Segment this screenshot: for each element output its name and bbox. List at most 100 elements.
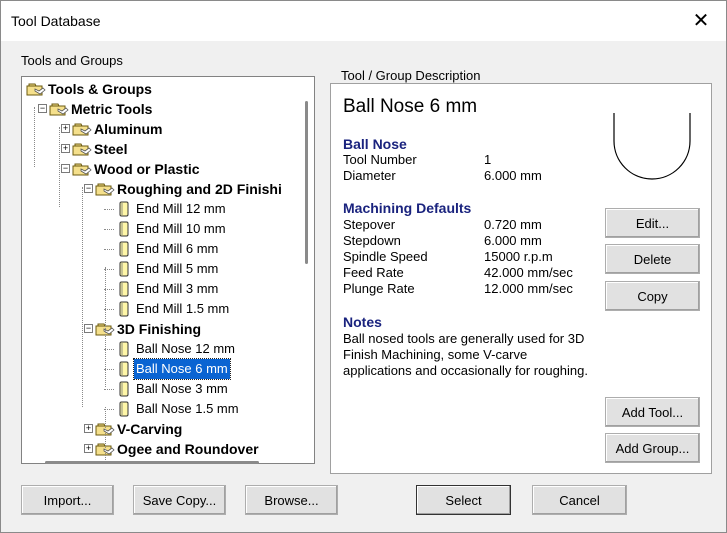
tree-item-label: End Mill 5 mm (136, 261, 219, 276)
tree-group-item[interactable]: + Ogee and Roundover (22, 439, 312, 459)
tree-item-label: V-Carving (117, 421, 183, 437)
collapse-icon[interactable]: − (84, 184, 93, 193)
folder-group-icon (95, 181, 115, 197)
tree-connector (104, 389, 114, 390)
tool-bit-icon (118, 201, 130, 217)
tree-item-label: Ball Nose 3 mm (136, 381, 228, 396)
tree-tool-item[interactable]: End Mill 1.5 mm (22, 299, 312, 319)
tree-item-label: Aluminum (94, 121, 163, 137)
tree-item-label: Ball Nose 12 mm (136, 341, 235, 356)
tree-group-item[interactable]: − Roughing and 2D Finishi (22, 179, 312, 199)
tree-tool-item[interactable]: End Mill 6 mm (22, 239, 312, 259)
stepover-label: Stepover (343, 217, 396, 232)
add-group-button[interactable]: Add Group... (605, 433, 700, 463)
tree-item-label: Ball Nose 1.5 mm (136, 401, 239, 416)
ball-nose-profile-icon (613, 113, 691, 180)
collapse-icon[interactable]: − (38, 104, 47, 113)
diameter-value: 6.000 mm (484, 168, 542, 183)
tool-bit-icon (118, 261, 130, 277)
tree-tool-item[interactable]: Ball Nose 3 mm (22, 379, 312, 399)
expand-icon[interactable]: + (84, 444, 93, 453)
stepdown-label: Stepdown (343, 233, 401, 248)
tree-item-label: 3D Finishing (117, 321, 201, 337)
tree-group-item[interactable]: Tools & Groups (22, 79, 312, 99)
spindle-speed-value: 15000 r.p.m (484, 249, 553, 264)
notes-text: Ball nosed tools are generally used for … (343, 331, 588, 378)
tool-bit-icon (118, 221, 130, 237)
tree-connector (82, 187, 83, 407)
tree-connector (104, 209, 114, 210)
tool-number-value: 1 (484, 152, 492, 167)
tree-horizontal-scrollbar[interactable] (45, 461, 259, 464)
tool-bit-icon (118, 241, 130, 257)
diameter-label: Diameter (343, 168, 396, 183)
delete-button[interactable]: Delete (605, 244, 700, 274)
stepover-value: 0.720 mm (484, 217, 542, 232)
tree-group-item[interactable]: − Wood or Plastic (22, 159, 312, 179)
feed-rate-value: 42.000 mm/sec (484, 265, 573, 280)
tool-type-header: Ball Nose (343, 136, 407, 152)
tree-item-label-selected: Ball Nose 6 mm (133, 358, 231, 380)
tree-item-label: End Mill 6 mm (136, 241, 219, 256)
tool-tree[interactable]: Tools & Groups − Metric Tools + Aluminum + Ste… (21, 76, 315, 464)
tree-tool-item[interactable]: End Mill 10 mm (22, 219, 312, 239)
tree-vertical-scrollbar[interactable] (305, 101, 308, 264)
folder-group-icon (49, 101, 69, 117)
add-tool-button[interactable]: Add Tool... (605, 397, 700, 427)
tree-tool-item[interactable]: End Mill 3 mm (22, 279, 312, 299)
collapse-icon[interactable]: − (84, 324, 93, 333)
tool-bit-icon (118, 381, 130, 397)
expand-icon[interactable]: + (61, 124, 70, 133)
tree-tool-item[interactable]: End Mill 5 mm (22, 259, 312, 279)
close-icon[interactable]: ✕ (690, 10, 712, 32)
tree-tool-item[interactable]: Ball Nose 6 mm (22, 358, 312, 380)
tree-group-item[interactable]: + Steel (22, 139, 312, 159)
folder-group-icon (72, 121, 92, 137)
save-copy-button[interactable]: Save Copy... (133, 485, 226, 515)
cancel-button[interactable]: Cancel (532, 485, 627, 515)
description-group-label: Tool / Group Description (339, 68, 483, 83)
tree-group-item[interactable]: − Metric Tools (22, 99, 312, 119)
stepdown-value: 6.000 mm (484, 233, 542, 248)
tree-item-label: Tools & Groups (48, 81, 152, 97)
tree-group-item[interactable]: + Aluminum (22, 119, 312, 139)
title-bar: Tool Database ✕ (1, 1, 726, 41)
browse-button[interactable]: Browse... (245, 485, 338, 515)
tree-item-label: End Mill 1.5 mm (136, 301, 230, 316)
expand-icon[interactable]: + (61, 144, 70, 153)
plunge-rate-label: Plunge Rate (343, 281, 415, 296)
tree-connector (105, 267, 106, 387)
tool-bit-icon (118, 401, 130, 417)
tool-number-label: Tool Number (343, 152, 417, 167)
spindle-speed-label: Spindle Speed (343, 249, 428, 264)
tree-connector (59, 127, 60, 207)
select-button[interactable]: Select (416, 485, 511, 515)
tree-tool-item[interactable]: Ball Nose 12 mm (22, 339, 312, 359)
collapse-icon[interactable]: − (61, 164, 70, 173)
tree-item-label: End Mill 3 mm (136, 281, 219, 296)
feed-rate-label: Feed Rate (343, 265, 404, 280)
notes-header: Notes (343, 314, 382, 330)
copy-button[interactable]: Copy (605, 281, 700, 311)
tree-group-item[interactable]: − 3D Finishing (22, 319, 312, 339)
plunge-rate-value: 12.000 mm/sec (484, 281, 573, 296)
tool-database-dialog: Tool Database ✕ Tools and Groups Tools &… (0, 0, 727, 533)
edit-button[interactable]: Edit... (605, 208, 700, 238)
tree-tool-item[interactable]: End Mill 12 mm (22, 199, 312, 219)
tool-bit-icon (118, 281, 130, 297)
machining-defaults-header: Machining Defaults (343, 200, 472, 216)
tool-bit-icon (118, 361, 130, 377)
expand-icon[interactable]: + (84, 424, 93, 433)
folder-group-icon (72, 161, 92, 177)
window-title: Tool Database (11, 13, 101, 29)
tree-connector (104, 229, 114, 230)
tree-item-label: End Mill 10 mm (136, 221, 226, 236)
import-button[interactable]: Import... (21, 485, 114, 515)
tree-tool-item[interactable]: Ball Nose 1.5 mm (22, 399, 312, 419)
tree-item-label: Ogee and Roundover (117, 441, 259, 457)
tree-group-item[interactable]: + V-Carving (22, 419, 312, 439)
tree-item-label: Wood or Plastic (94, 161, 200, 177)
tree-item-label: Steel (94, 141, 128, 157)
folder-group-icon (26, 81, 46, 97)
tool-bit-icon (118, 301, 130, 317)
